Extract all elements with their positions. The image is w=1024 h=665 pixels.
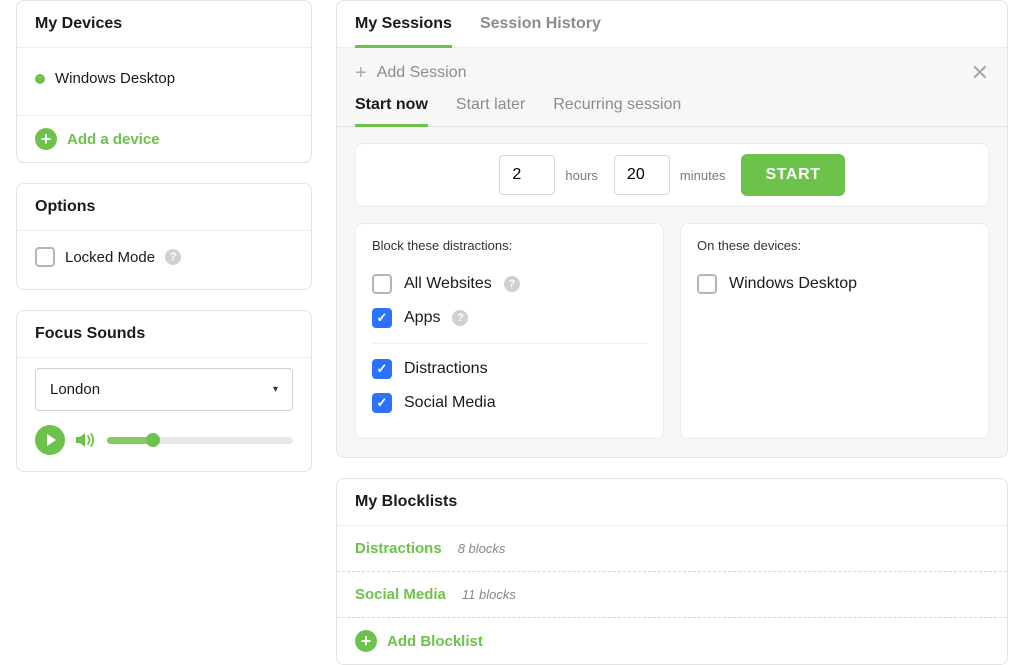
device-windows-desktop-label: Windows Desktop <box>729 275 857 293</box>
blocklist-name: Distractions <box>355 540 442 557</box>
all-websites-label: All Websites <box>404 275 492 293</box>
sessions-card: My Sessions Session History + Add Sessio… <box>336 0 1008 458</box>
session-sub-tabs: Start now Start later Recurring session <box>337 96 1007 127</box>
locked-mode-checkbox[interactable] <box>35 247 55 267</box>
on-devices-card: On these devices: Windows Desktop <box>680 223 989 439</box>
help-icon[interactable]: ? <box>452 310 468 326</box>
hours-input[interactable] <box>499 155 555 195</box>
device-windows-desktop-checkbox[interactable] <box>697 274 717 294</box>
options-card: Options Locked Mode ? <box>16 183 312 290</box>
block-all-websites-row[interactable]: All Websites ? <box>372 267 647 301</box>
blocklist-count: 8 blocks <box>458 541 506 556</box>
device-row[interactable]: Windows Desktop <box>35 58 293 99</box>
session-pane: + Add Session ✕ Start now Start later Re… <box>337 48 1007 457</box>
sessions-main-tabs: My Sessions Session History <box>337 1 1007 48</box>
apps-label: Apps <box>404 309 440 327</box>
all-websites-checkbox[interactable] <box>372 274 392 294</box>
play-icon <box>47 434 56 446</box>
add-session-button[interactable]: + Add Session <box>355 63 467 83</box>
device-label: Windows Desktop <box>55 70 175 87</box>
options-title: Options <box>17 184 311 231</box>
help-icon[interactable]: ? <box>504 276 520 292</box>
block-social-media-row[interactable]: Social Media <box>372 386 647 420</box>
blocklist-row[interactable]: Social Media 11 blocks <box>337 572 1007 618</box>
device-windows-desktop-row[interactable]: Windows Desktop <box>697 267 972 301</box>
tab-start-later[interactable]: Start later <box>456 96 525 126</box>
social-media-checkbox[interactable] <box>372 393 392 413</box>
add-session-label: Add Session <box>377 64 467 82</box>
blocklist-count: 11 blocks <box>462 587 516 602</box>
divider <box>372 343 647 344</box>
add-device-label: Add a device <box>67 131 160 148</box>
on-devices-title: On these devices: <box>697 238 972 253</box>
tab-start-now[interactable]: Start now <box>355 96 428 127</box>
volume-slider-fill <box>107 437 154 444</box>
plus-icon: + <box>355 63 367 83</box>
focus-sounds-card: Focus Sounds London ▾ <box>16 310 312 472</box>
sound-select[interactable]: London ▾ <box>35 368 293 411</box>
focus-sounds-title: Focus Sounds <box>17 311 311 358</box>
timer-card: hours minutes START <box>355 143 989 207</box>
apps-checkbox[interactable] <box>372 308 392 328</box>
distractions-label: Distractions <box>404 360 488 378</box>
distractions-checkbox[interactable] <box>372 359 392 379</box>
block-distractions-card: Block these distractions: All Websites ?… <box>355 223 664 439</box>
blocklists-card: My Blocklists Distractions 8 blocks Soci… <box>336 478 1008 665</box>
blocklist-row[interactable]: Distractions 8 blocks <box>337 526 1007 572</box>
chevron-down-icon: ▾ <box>273 384 278 395</box>
blocklists-title: My Blocklists <box>337 479 1007 526</box>
help-icon[interactable]: ? <box>165 249 181 265</box>
start-button[interactable]: START <box>741 154 844 196</box>
tab-recurring[interactable]: Recurring session <box>553 96 681 126</box>
block-distractions-row[interactable]: Distractions <box>372 352 647 386</box>
social-media-label: Social Media <box>404 394 496 412</box>
blocklist-name: Social Media <box>355 586 446 603</box>
plus-circle-icon: + <box>35 128 57 150</box>
my-devices-card: My Devices Windows Desktop + Add a devic… <box>16 0 312 163</box>
my-devices-title: My Devices <box>17 1 311 48</box>
add-blocklist-button[interactable]: + Add Blocklist <box>337 618 1007 664</box>
volume-icon[interactable] <box>75 431 97 449</box>
sound-selected-label: London <box>50 381 100 398</box>
hours-label: hours <box>565 168 598 183</box>
tab-my-sessions[interactable]: My Sessions <box>355 15 452 48</box>
add-blocklist-label: Add Blocklist <box>387 633 483 650</box>
block-apps-row[interactable]: Apps ? <box>372 301 647 335</box>
minutes-label: minutes <box>680 168 726 183</box>
block-distractions-title: Block these distractions: <box>372 238 647 253</box>
locked-mode-label: Locked Mode <box>65 249 155 266</box>
status-dot-icon <box>35 74 45 84</box>
play-button[interactable] <box>35 425 65 455</box>
locked-mode-row[interactable]: Locked Mode ? <box>35 241 293 273</box>
close-button[interactable]: ✕ <box>971 62 989 84</box>
tab-session-history[interactable]: Session History <box>480 15 601 47</box>
add-device-button[interactable]: + Add a device <box>17 115 311 162</box>
minutes-input[interactable] <box>614 155 670 195</box>
volume-slider[interactable] <box>107 437 293 444</box>
